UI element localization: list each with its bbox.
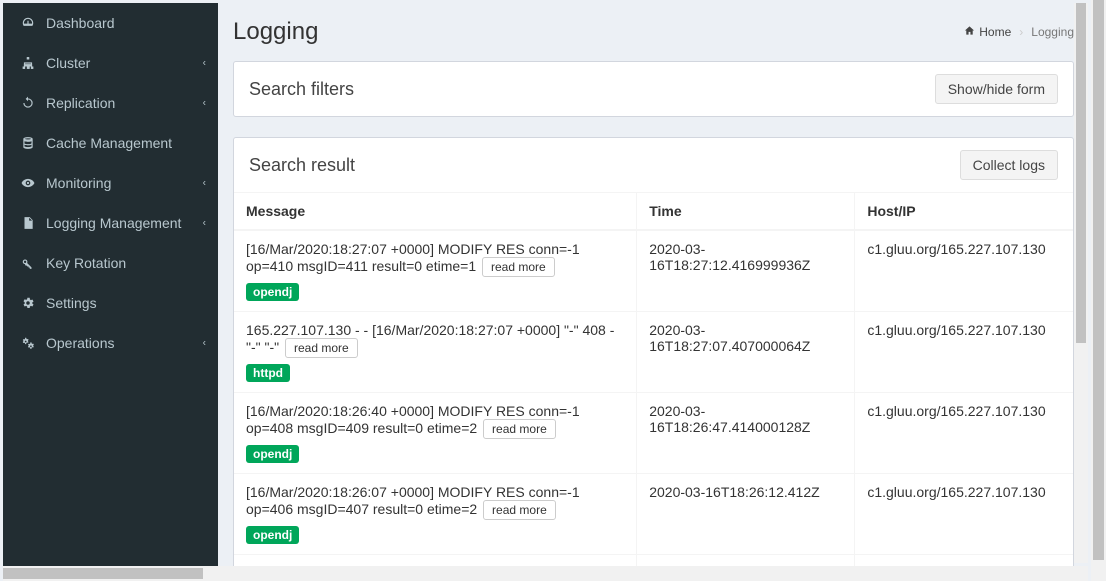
sidebar-item-label: Logging Management xyxy=(46,215,181,231)
chevron-left-icon: ‹ xyxy=(203,218,206,229)
window-scrollbar-vertical[interactable] xyxy=(1091,0,1106,581)
cell-message: [16/Mar/2020:18:26:07 +0000] MODIFY RES … xyxy=(234,474,637,555)
sidebar-item-settings[interactable]: Settings xyxy=(3,283,218,323)
log-tag: opendj xyxy=(246,283,299,301)
cell-host: c1.gluu.org/165.227.107.130 xyxy=(855,312,1073,393)
column-header-message: Message xyxy=(234,193,637,231)
chevron-left-icon: ‹ xyxy=(203,178,206,189)
sidebar-item-label: Key Rotation xyxy=(46,255,126,271)
sidebar-item-replication[interactable]: Replication ‹ xyxy=(3,83,218,123)
window-scrollbar-horizontal[interactable] xyxy=(3,566,1088,581)
gear-icon xyxy=(18,296,38,310)
sidebar-item-label: Operations xyxy=(46,335,114,351)
read-more-button[interactable]: read more xyxy=(483,500,556,520)
content-scrollbar-vertical[interactable] xyxy=(1074,3,1088,563)
sidebar-item-operations[interactable]: Operations ‹ xyxy=(3,323,218,363)
gears-icon xyxy=(18,336,38,350)
sidebar-item-dashboard[interactable]: Dashboard xyxy=(3,3,218,43)
cell-message: 165.227.107.130 - - [16/Mar/2020:18:27:0… xyxy=(234,312,637,393)
log-tag: httpd xyxy=(246,364,290,382)
log-tag: opendj xyxy=(246,445,299,463)
column-header-host: Host/IP xyxy=(855,193,1073,231)
log-table: Message Time Host/IP [16/Mar/2020:18:27:… xyxy=(234,192,1073,578)
chevron-left-icon: ‹ xyxy=(203,98,206,109)
search-result-title: Search result xyxy=(249,155,355,176)
breadcrumb: Home › Logging xyxy=(964,25,1074,39)
read-more-button[interactable]: read more xyxy=(482,257,555,277)
sidebar-item-label: Cluster xyxy=(46,55,90,71)
search-filters-box: Search filters Show/hide form xyxy=(233,61,1074,117)
chevron-left-icon: ‹ xyxy=(203,58,206,69)
sidebar-item-logging[interactable]: Logging Management ‹ xyxy=(3,203,218,243)
sidebar-item-label: Dashboard xyxy=(46,15,115,31)
table-row: [16/Mar/2020:18:26:40 +0000] MODIFY RES … xyxy=(234,393,1073,474)
cell-host: c1.gluu.org/165.227.107.130 xyxy=(855,393,1073,474)
table-row: [16/Mar/2020:18:27:07 +0000] MODIFY RES … xyxy=(234,230,1073,312)
sitemap-icon xyxy=(18,56,38,70)
sidebar-item-cache[interactable]: Cache Management xyxy=(3,123,218,163)
cell-time: 2020-03-16T18:26:12.412Z xyxy=(637,474,855,555)
breadcrumb-current: Logging xyxy=(1031,25,1074,39)
column-header-time: Time xyxy=(637,193,855,231)
key-icon xyxy=(18,256,38,270)
dashboard-icon xyxy=(18,16,38,30)
eye-icon xyxy=(18,176,38,190)
read-more-button[interactable]: read more xyxy=(483,419,556,439)
breadcrumb-separator: › xyxy=(1019,25,1023,39)
sidebar-item-label: Settings xyxy=(46,295,97,311)
cell-time: 2020-03-16T18:27:12.416999936Z xyxy=(637,230,855,312)
cell-time: 2020-03-16T18:26:47.414000128Z xyxy=(637,393,855,474)
search-filters-title: Search filters xyxy=(249,79,354,100)
sidebar-item-keyrotation[interactable]: Key Rotation xyxy=(3,243,218,283)
show-hide-form-button[interactable]: Show/hide form xyxy=(935,74,1058,104)
collect-logs-button[interactable]: Collect logs xyxy=(960,150,1058,180)
page-title: Logging xyxy=(233,18,318,46)
breadcrumb-home[interactable]: Home xyxy=(979,25,1011,39)
cell-host: c1.gluu.org/165.227.107.130 xyxy=(855,230,1073,312)
home-icon xyxy=(964,25,975,39)
table-row: 165.227.107.130 - - [16/Mar/2020:18:27:0… xyxy=(234,312,1073,393)
sidebar-item-label: Cache Management xyxy=(46,135,172,151)
read-more-button[interactable]: read more xyxy=(285,338,358,358)
cell-message: [16/Mar/2020:18:27:07 +0000] MODIFY RES … xyxy=(234,230,637,312)
sidebar-item-label: Monitoring xyxy=(46,175,111,191)
sidebar-item-cluster[interactable]: Cluster ‹ xyxy=(3,43,218,83)
cell-host: c1.gluu.org/165.227.107.130 xyxy=(855,474,1073,555)
chevron-left-icon: ‹ xyxy=(203,338,206,349)
cell-time: 2020-03-16T18:27:07.407000064Z xyxy=(637,312,855,393)
sidebar-item-label: Replication xyxy=(46,95,115,111)
sidebar-item-monitoring[interactable]: Monitoring ‹ xyxy=(3,163,218,203)
main-content: Logging Home › Logging Search filters Sh… xyxy=(218,3,1103,578)
cell-message: [16/Mar/2020:18:26:40 +0000] MODIFY RES … xyxy=(234,393,637,474)
log-tag: opendj xyxy=(246,526,299,544)
sidebar: Dashboard Cluster ‹ Replication ‹ Cache … xyxy=(3,3,218,578)
search-result-box: Search result Collect logs Message Time … xyxy=(233,137,1074,578)
file-icon xyxy=(18,216,38,230)
database-icon xyxy=(18,136,38,150)
content-header: Logging Home › Logging xyxy=(218,3,1089,61)
table-row: [16/Mar/2020:18:26:07 +0000] MODIFY RES … xyxy=(234,474,1073,555)
refresh-icon xyxy=(18,96,38,110)
